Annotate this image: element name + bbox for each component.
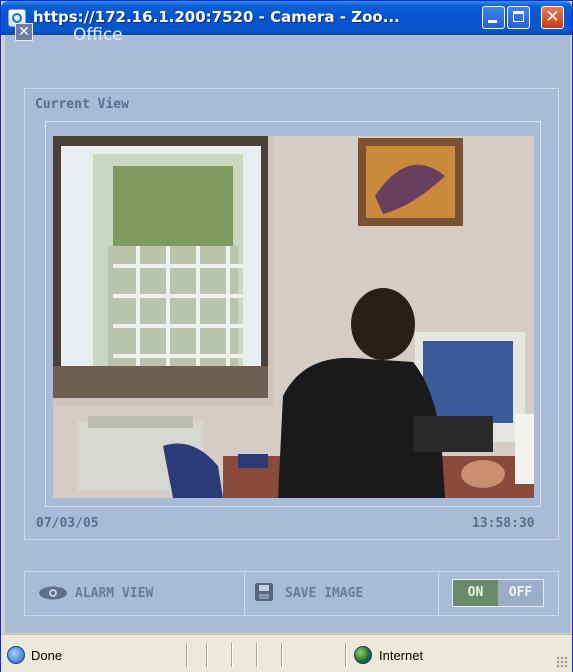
internet-zone-icon <box>354 646 372 664</box>
camera-image-drawing <box>53 136 534 498</box>
status-divider <box>231 643 233 667</box>
status-bar: Done Internet <box>1 634 572 672</box>
status-divider <box>206 643 208 667</box>
close-camera-icon[interactable]: ✕ <box>15 23 33 41</box>
eye-icon <box>39 586 67 600</box>
page-done-icon <box>7 646 25 664</box>
toggle-on[interactable]: ON <box>453 580 498 606</box>
browser-popup-window: https://172.16.1.200:7520 - Camera - Zoo… <box>0 0 573 672</box>
close-window-button[interactable]: ✕ <box>541 6 564 29</box>
resize-grip-icon[interactable] <box>556 656 568 668</box>
capture-time: 13:58:30 <box>472 516 535 531</box>
close-icon: ✕ <box>545 7 560 27</box>
save-image-label: SAVE IMAGE <box>285 586 364 601</box>
minimize-icon <box>488 20 497 23</box>
current-view-label: Current View <box>35 97 129 112</box>
minimize-button[interactable] <box>482 6 505 29</box>
status-divider <box>281 643 283 667</box>
status-divider <box>256 643 258 667</box>
alarm-view-label: ALARM VIEW <box>75 586 154 601</box>
status-text: Done <box>31 648 63 663</box>
security-zone-text: Internet <box>379 648 424 663</box>
toggle-off[interactable]: OFF <box>498 580 543 606</box>
save-image-button[interactable]: SAVE IMAGE <box>244 572 439 615</box>
capture-date: 07/03/05 <box>36 516 99 531</box>
alarm-view-button[interactable]: ALARM VIEW <box>25 572 243 615</box>
status-divider <box>345 643 347 667</box>
on-off-toggle[interactable]: ON OFF <box>452 579 544 607</box>
maximize-icon <box>513 11 524 22</box>
camera-name: Office <box>73 25 123 45</box>
maximize-button[interactable] <box>507 6 530 29</box>
floppy-disk-icon <box>255 583 273 601</box>
status-divider <box>186 643 188 667</box>
camera-image <box>53 136 534 498</box>
window-title: https://172.16.1.200:7520 - Camera - Zoo… <box>33 8 400 26</box>
